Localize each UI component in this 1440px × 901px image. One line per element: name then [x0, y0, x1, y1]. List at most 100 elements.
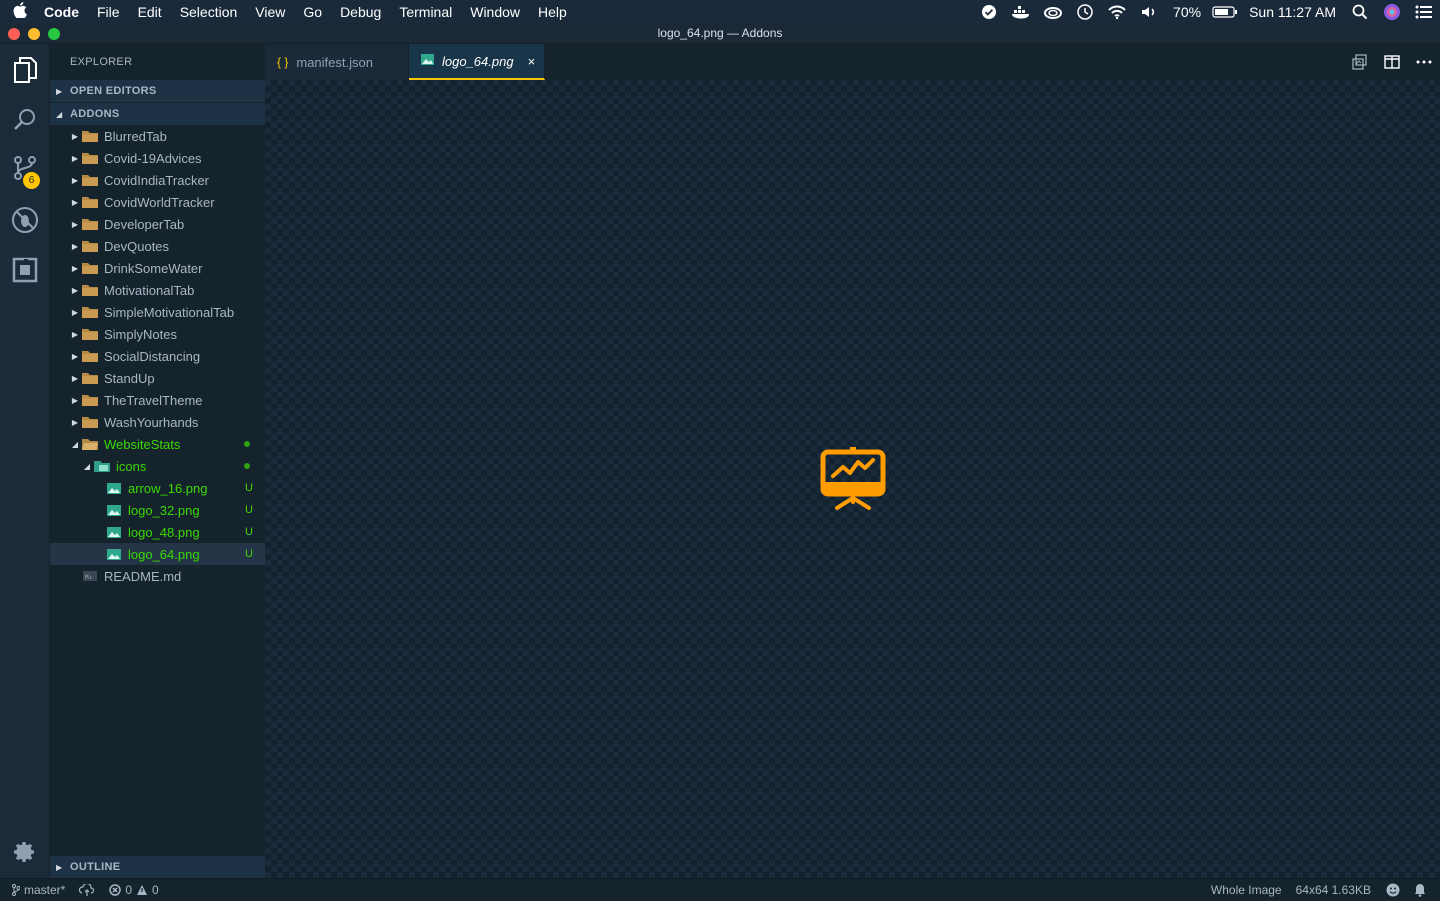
file-row[interactable]: logo_64.png U: [50, 543, 265, 565]
menubar-clock[interactable]: Sun 11:27 AM: [1241, 4, 1344, 20]
creative-cloud-icon[interactable]: [1037, 0, 1069, 23]
outline-label: OUTLINE: [70, 861, 121, 873]
wifi-icon[interactable]: [1101, 0, 1133, 23]
docker-icon[interactable]: [1005, 0, 1037, 23]
folder-row[interactable]: ▶ SocialDistancing: [50, 345, 265, 367]
split-editor-icon[interactable]: [1376, 44, 1408, 80]
folder-row[interactable]: ▶ DeveloperTab: [50, 213, 265, 235]
folder-row[interactable]: ▶ CovidIndiaTracker: [50, 169, 265, 191]
sync-icon[interactable]: [72, 883, 102, 896]
folder-row[interactable]: ▶ BlurredTab: [50, 125, 265, 147]
notification-center-icon[interactable]: [1408, 0, 1440, 23]
json-braces-icon: { }: [277, 55, 289, 69]
menu-file[interactable]: File: [88, 4, 129, 20]
more-actions-icon[interactable]: [1408, 44, 1440, 80]
folder-label: SocialDistancing: [104, 348, 201, 364]
chevron-right-icon: ▶: [71, 417, 79, 427]
image-file-icon: [106, 503, 122, 517]
checkmark-app-icon[interactable]: [973, 0, 1005, 23]
zoom-status[interactable]: Whole Image: [1204, 883, 1289, 897]
debug-icon[interactable]: [0, 196, 50, 244]
tab-manifest-json[interactable]: { } manifest.json: [265, 44, 409, 80]
folder-icon: [82, 327, 98, 341]
editor-tab-bar: { } manifest.json logo_64.png ×: [265, 44, 1440, 80]
problems-status[interactable]: 0 0: [102, 883, 165, 897]
file-row[interactable]: logo_48.png U: [50, 521, 265, 543]
menu-view[interactable]: View: [246, 4, 294, 20]
maximize-window-button[interactable]: [48, 28, 60, 40]
chevron-right-icon: ▶: [71, 175, 79, 185]
menu-help[interactable]: Help: [529, 4, 576, 20]
chevron-right-icon: ▶: [71, 373, 79, 383]
file-list: arrow_16.png Ulogo_32.png Ulogo_48.png Ulog…: [50, 477, 265, 565]
chevron-right-icon: ▶: [71, 395, 79, 405]
chevron-right-icon: ▶: [71, 197, 79, 207]
menu-window[interactable]: Window: [461, 4, 529, 20]
file-row[interactable]: arrow_16.png U: [50, 477, 265, 499]
folder-row-icons[interactable]: ◢ icons: [50, 455, 265, 477]
macos-menubar: Code File Edit Selection View Go Debug T…: [0, 0, 1440, 23]
battery-icon[interactable]: [1209, 0, 1241, 23]
open-changes-icon[interactable]: [1344, 44, 1376, 80]
folder-label: Covid-19Advices: [104, 150, 202, 166]
folder-icon: [82, 349, 98, 363]
file-row-readme[interactable]: M↓ README.md: [50, 565, 265, 587]
time-machine-icon[interactable]: [1069, 0, 1101, 23]
close-window-button[interactable]: [8, 28, 20, 40]
minimize-window-button[interactable]: [28, 28, 40, 40]
folder-row[interactable]: ▶ CovidWorldTracker: [50, 191, 265, 213]
folder-row[interactable]: ▶ DrinkSomeWater: [50, 257, 265, 279]
chevron-down-icon: ◢: [71, 439, 79, 449]
search-icon[interactable]: [0, 96, 50, 144]
folder-row[interactable]: ▶ StandUp: [50, 367, 265, 389]
chevron-down-icon: ◢: [83, 461, 91, 471]
folder-row[interactable]: ▶ MotivationalTab: [50, 279, 265, 301]
explorer-icon[interactable]: [0, 46, 50, 94]
folder-label: MotivationalTab: [104, 282, 195, 298]
menu-app-code[interactable]: Code: [40, 4, 88, 20]
folder-row[interactable]: ▶ SimplyNotes: [50, 323, 265, 345]
outline-header[interactable]: ▶ OUTLINE: [50, 856, 265, 878]
open-editors-header[interactable]: ▶ OPEN EDITORS: [50, 80, 265, 102]
folder-row[interactable]: ▶ Covid-19Advices: [50, 147, 265, 169]
menu-edit[interactable]: Edit: [129, 4, 171, 20]
folder-icon: [82, 305, 98, 319]
extensions-icon[interactable]: [0, 246, 50, 294]
menu-go[interactable]: Go: [294, 4, 331, 20]
folder-row[interactable]: ▶ DevQuotes: [50, 235, 265, 257]
activity-bar: 6: [0, 44, 50, 878]
workspace-header[interactable]: ◢ ADDONS: [50, 103, 265, 125]
folder-label: SimpleMotivationalTab: [104, 304, 235, 320]
folder-icon: [82, 239, 98, 253]
notifications-bell-icon[interactable]: [1408, 883, 1440, 897]
menu-terminal[interactable]: Terminal: [390, 4, 461, 20]
folder-row[interactable]: ▶ SimpleMotivationalTab: [50, 301, 265, 323]
window-title: logo_64.png — Addons: [657, 26, 783, 40]
markdown-file-icon: M↓: [82, 569, 98, 583]
folder-label: DrinkSomeWater: [104, 260, 203, 276]
volume-icon[interactable]: [1133, 0, 1165, 23]
folder-row-websitestats[interactable]: ◢ WebsiteStats: [50, 433, 265, 455]
image-file-icon: [106, 547, 122, 561]
folder-row[interactable]: ▶ WashYourhands: [50, 411, 265, 433]
settings-gear-icon[interactable]: [0, 828, 50, 876]
close-tab-icon[interactable]: ×: [528, 54, 536, 69]
folder-icon: [82, 129, 98, 143]
feedback-smiley-icon[interactable]: [1378, 883, 1408, 897]
folder-icon: [82, 371, 98, 385]
status-bar-right: Whole Image 64x64 1.63KB: [1204, 879, 1440, 901]
chevron-down-icon: ◢: [56, 109, 63, 119]
folder-label: BlurredTab: [104, 128, 167, 144]
menu-selection[interactable]: Selection: [171, 4, 247, 20]
folder-row[interactable]: ▶ TheTravelTheme: [50, 389, 265, 411]
git-branch-status[interactable]: master*: [0, 883, 72, 897]
warning-count: 0: [152, 882, 159, 897]
spotlight-search-icon[interactable]: [1344, 0, 1376, 23]
folder-icon: [82, 393, 98, 407]
apple-menu-icon[interactable]: [0, 1, 40, 22]
file-row[interactable]: logo_32.png U: [50, 499, 265, 521]
siri-icon[interactable]: [1376, 0, 1408, 23]
menu-debug[interactable]: Debug: [331, 4, 390, 20]
image-preview-area[interactable]: [265, 80, 1440, 878]
tab-logo-64-png[interactable]: logo_64.png ×: [409, 44, 545, 80]
